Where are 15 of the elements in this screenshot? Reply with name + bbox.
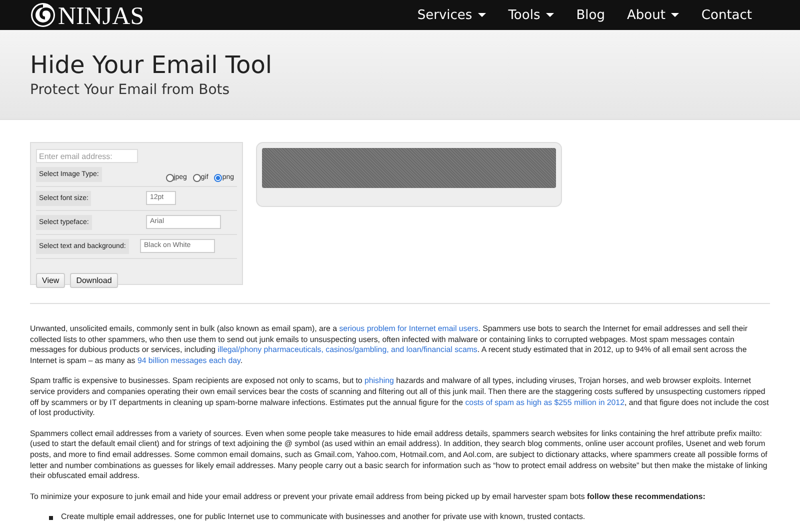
- nav-link[interactable]: Contact: [701, 4, 752, 26]
- logo-text: NINJAS: [58, 2, 144, 30]
- action-button[interactable]: Download: [70, 273, 118, 288]
- radio-button[interactable]: [166, 174, 174, 182]
- nav-link[interactable]: Services: [417, 4, 486, 26]
- radio-button[interactable]: [214, 174, 222, 182]
- nav-link[interactable]: Tools: [508, 4, 554, 26]
- nav-link[interactable]: About: [626, 4, 680, 26]
- email-input-field[interactable]: Enter email address:: [36, 149, 138, 163]
- page-subtitle: Protect Your Email from Bots: [30, 82, 231, 98]
- page-title: Hide Your Email Tool: [30, 50, 274, 80]
- action-button[interactable]: View: [36, 273, 66, 288]
- nav-link[interactable]: Blog: [576, 4, 605, 26]
- radio-button[interactable]: [192, 174, 201, 182]
- bullet-icon: [49, 516, 53, 520]
